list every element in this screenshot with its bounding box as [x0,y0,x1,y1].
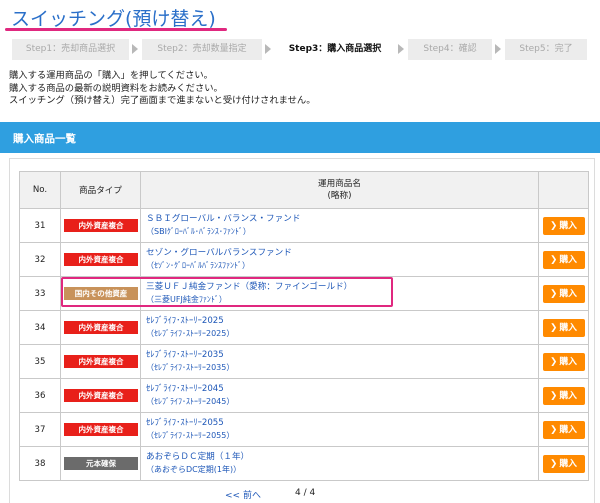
title-underline [5,28,227,31]
prev-page-link[interactable]: << 前へ [225,488,261,501]
col-action-header [538,171,589,209]
buy-button[interactable]: ❯ 購入 [542,352,585,371]
buy-button[interactable]: ❯ 購入 [542,454,585,473]
fund-short-name: （あおぞらDC定期(1年)） [146,464,242,474]
step-5: Step5：完了 [505,39,587,60]
product-table: No. 商品タイプ 運用商品名 (略称) 31 内外資産複合 ＳＢＩグローバル・… [19,171,589,481]
step-3: Step3：購入商品選択 [275,39,395,60]
fund-name-link[interactable]: ｾﾚﾌﾞﾗｲﾌ･ｽﾄｰﾘｰ2025 [146,316,538,328]
section-title: 購入商品一覧 [13,133,76,145]
row-no: 36 [19,378,61,413]
fund-short-name: （ｾﾚﾌﾞﾗｲﾌ･ｽﾄｰﾘｰ2035） [146,362,235,372]
page-indicator: 4 / 4 [295,488,316,498]
instructions: 購入する運用商品の「購入」を押してください。 購入する商品の最新の説明資料をお読… [9,70,316,108]
step-arrow-icon [132,44,138,54]
instruction-line: 購入する商品の最新の説明資料をお読みください。 [9,82,223,94]
step-1: Step1：売却商品選択 [12,39,129,60]
row-no: 38 [19,446,61,481]
row-no: 33 [19,276,61,311]
table-row: 35 内外資産複合 ｾﾚﾌﾞﾗｲﾌ･ｽﾄｰﾘｰ2035 （ｾﾚﾌﾞﾗｲﾌ･ｽﾄｰ… [19,344,589,379]
fund-short-name: （SBIｸﾞﾛｰﾊﾞﾙ･ﾊﾞﾗﾝｽ･ﾌｧﾝﾄﾞ） [146,226,251,236]
col-type-header: 商品タイプ [60,171,141,209]
fund-name-link[interactable]: ＳＢＩグローバル・バランス・ファンド [146,214,538,226]
buy-button-label: 購入 [559,288,577,299]
col-name-label: 運用商品名 [318,179,361,189]
fund-name-link[interactable]: ｾﾚﾌﾞﾗｲﾌ･ｽﾄｰﾘｰ2055 [146,418,538,430]
page-title: スイッチング(預け替え) [11,8,216,30]
chevron-right-icon: ❯ [550,424,558,435]
buy-button[interactable]: ❯ 購入 [542,318,585,337]
table-row: 36 内外資産複合 ｾﾚﾌﾞﾗｲﾌ･ｽﾄｰﾘｰ2045 （ｾﾚﾌﾞﾗｲﾌ･ｽﾄｰ… [19,378,589,413]
table-row: 31 内外資産複合 ＳＢＩグローバル・バランス・ファンド （SBIｸﾞﾛｰﾊﾞﾙ… [19,208,589,243]
product-type-badge: 国内その他資産 [64,287,138,300]
table-row: 32 内外資産複合 セゾン・グローバルバランスファンド （ｾｿﾞﾝ･ｸﾞﾛｰﾊﾞ… [19,242,589,277]
table-row: 38 元本確保 あおぞらＤＣ定期（１年） （あおぞらDC定期(1年)） ❯ 購入 [19,446,589,481]
step-arrow-icon [265,44,271,54]
table-row: 33 国内その他資産 三菱ＵＦＪ純金ファンド（愛称：ファインゴールド） （三菱U… [19,276,589,311]
chevron-right-icon: ❯ [550,254,558,265]
row-no: 32 [19,242,61,277]
product-type-badge: 内外資産複合 [64,389,138,402]
buy-button-label: 購入 [559,356,577,367]
buy-button[interactable]: ❯ 購入 [542,216,585,235]
fund-short-name: （ｾｿﾞﾝ･ｸﾞﾛｰﾊﾞﾙﾊﾞﾗﾝｽﾌｧﾝﾄﾞ） [146,260,250,270]
fund-short-name: （ｾﾚﾌﾞﾗｲﾌ･ｽﾄｰﾘｰ2025） [146,328,235,338]
row-no: 35 [19,344,61,379]
chevron-right-icon: ❯ [550,322,558,333]
row-no: 34 [19,310,61,345]
buy-button-label: 購入 [559,390,577,401]
row-no: 37 [19,412,61,447]
step-2: Step2：売却数量指定 [142,39,262,60]
table-row: 34 内外資産複合 ｾﾚﾌﾞﾗｲﾌ･ｽﾄｰﾘｰ2025 （ｾﾚﾌﾞﾗｲﾌ･ｽﾄｰ… [19,310,589,345]
fund-name-link[interactable]: あおぞらＤＣ定期（１年） [146,452,538,464]
step-arrow-icon [398,44,404,54]
chevron-right-icon: ❯ [550,356,558,367]
product-type-badge: 内外資産複合 [64,321,138,334]
buy-button-label: 購入 [559,322,577,333]
instruction-line: 購入する運用商品の「購入」を押してください。 [9,70,213,81]
buy-button-label: 購入 [559,424,577,435]
buy-button[interactable]: ❯ 購入 [542,250,585,269]
product-type-badge: 内外資産複合 [64,219,138,232]
col-no-header: No. [19,171,61,209]
col-name-header: 運用商品名 (略称) [140,171,539,209]
fund-name-link[interactable]: セゾン・グローバルバランスファンド [146,248,538,260]
fund-name-link[interactable]: ｾﾚﾌﾞﾗｲﾌ･ｽﾄｰﾘｰ2035 [146,350,538,362]
product-type-badge: 内外資産複合 [64,423,138,436]
step-4: Step4：確認 [408,39,492,60]
buy-button[interactable]: ❯ 購入 [542,420,585,439]
buy-button[interactable]: ❯ 購入 [542,284,585,303]
buy-button[interactable]: ❯ 購入 [542,386,585,405]
product-type-badge: 元本確保 [64,457,138,470]
chevron-right-icon: ❯ [550,458,558,469]
section-header: 購入商品一覧 [0,122,600,153]
instruction-line: スイッチング（預け替え）完了画面まで進まないと受け付けされません。 [9,95,316,106]
chevron-right-icon: ❯ [550,390,558,401]
product-type-badge: 内外資産複合 [64,355,138,368]
buy-button-label: 購入 [559,458,577,469]
fund-name-link[interactable]: ｾﾚﾌﾞﾗｲﾌ･ｽﾄｰﾘｰ2045 [146,384,538,396]
chevron-right-icon: ❯ [550,220,558,231]
fund-short-name: （ｾﾚﾌﾞﾗｲﾌ･ｽﾄｰﾘｰ2045） [146,396,235,406]
chevron-right-icon: ❯ [550,288,558,299]
table-row: 37 内外資産複合 ｾﾚﾌﾞﾗｲﾌ･ｽﾄｰﾘｰ2055 （ｾﾚﾌﾞﾗｲﾌ･ｽﾄｰ… [19,412,589,447]
table-header-row: No. 商品タイプ 運用商品名 (略称) [19,171,589,209]
fund-short-name: （ｾﾚﾌﾞﾗｲﾌ･ｽﾄｰﾘｰ2055） [146,430,235,440]
fund-short-name: （三菱UFJ純金ﾌｧﾝﾄﾞ） [146,294,227,304]
buy-button-label: 購入 [559,254,577,265]
step-progress: Step1：売却商品選択 Step2：売却数量指定 Step3：購入商品選択 S… [12,39,597,60]
fund-name-link[interactable]: 三菱ＵＦＪ純金ファンド（愛称：ファインゴールド） [146,282,538,294]
step-arrow-icon [495,44,501,54]
buy-button-label: 購入 [559,220,577,231]
col-name-sublabel: (略称) [327,191,352,201]
row-no: 31 [19,208,61,243]
product-type-badge: 内外資産複合 [64,253,138,266]
